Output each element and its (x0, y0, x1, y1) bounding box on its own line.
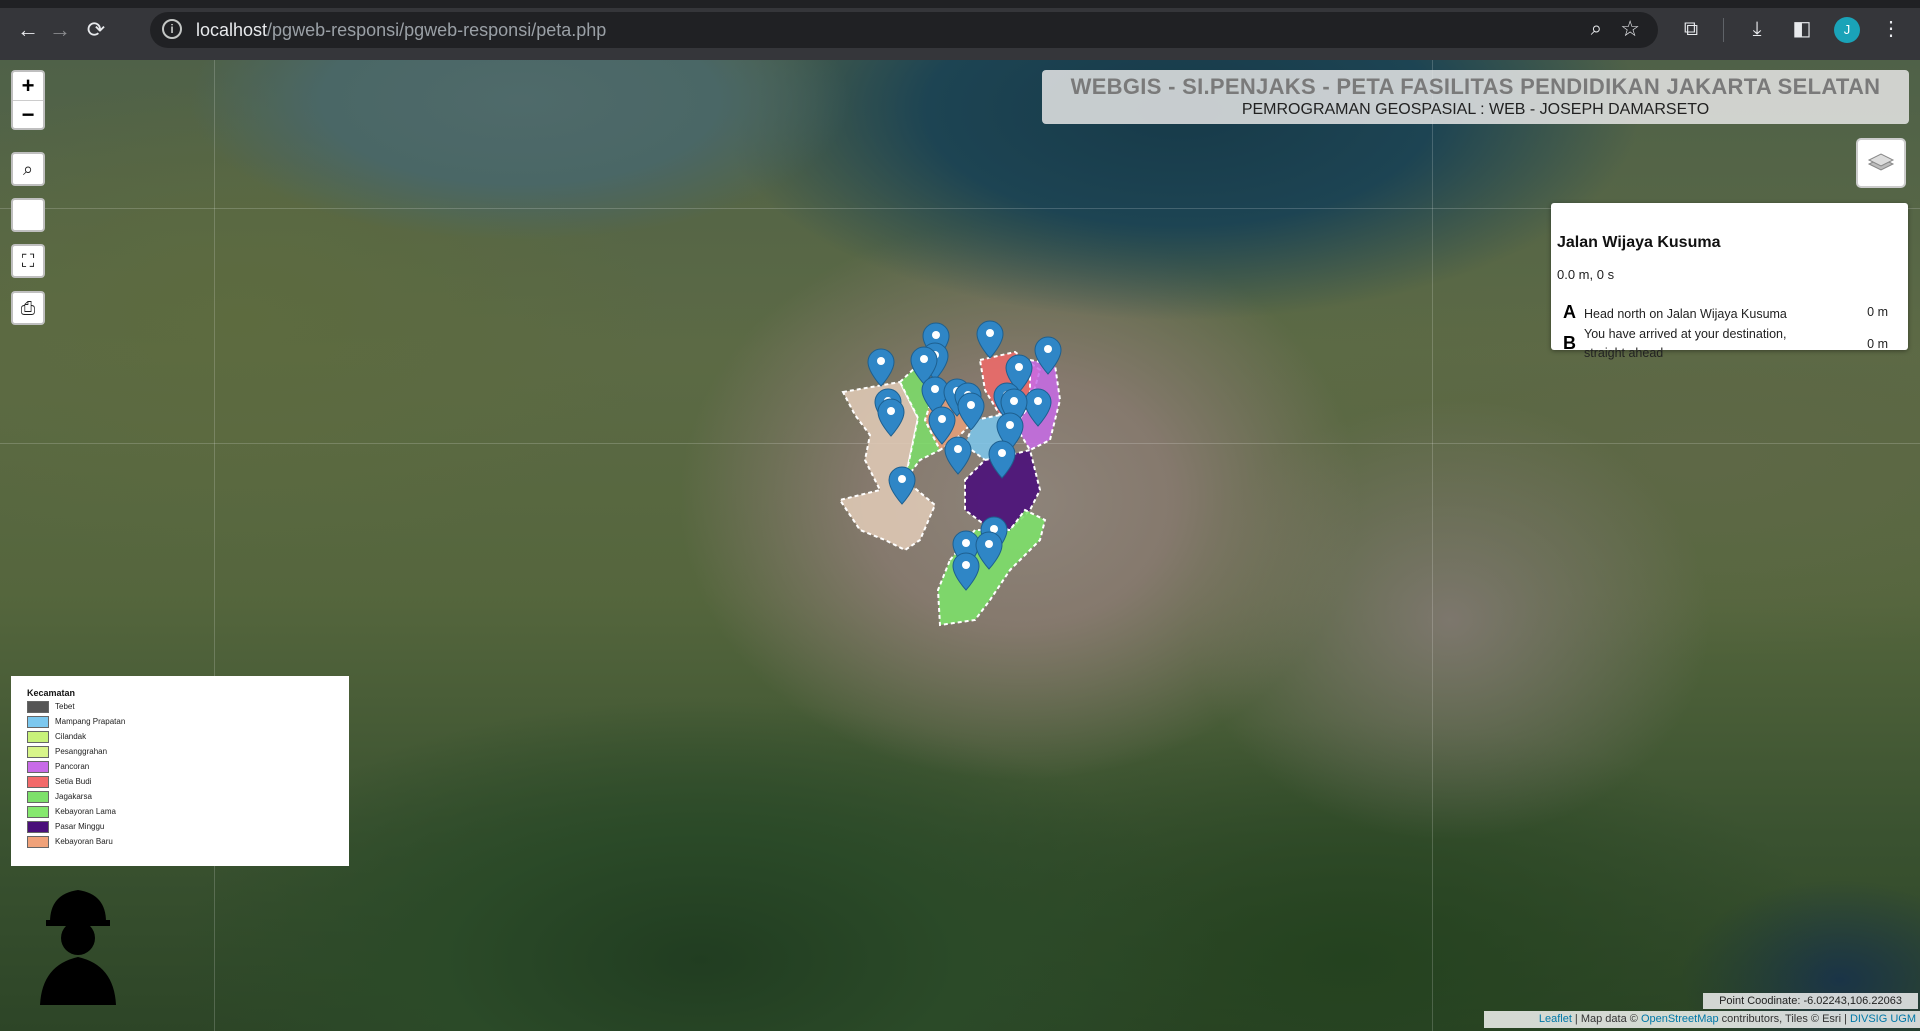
waypoint-letter: A (1563, 302, 1576, 322)
legend-item: Tebet (27, 701, 75, 713)
zoom-out-button[interactable]: − (13, 100, 43, 129)
printer-icon: ⎙ (20, 298, 36, 318)
layers-button[interactable] (1856, 138, 1906, 188)
map-subtitle: PEMROGRAMAN GEOSPASIAL : WEB - JOSEPH DA… (1241, 101, 1710, 118)
marker-pin[interactable] (944, 436, 972, 475)
marker-pin[interactable] (867, 348, 895, 387)
extensions-icon[interactable]: ⧉ (1676, 14, 1706, 44)
legend-item: Jagakarsa (27, 791, 92, 803)
search-icon: ⌕ (22, 159, 34, 179)
map-canvas[interactable]: + − ⌕ ⛶ ⎙ WEBGIS - SI.PENJAKS - PETA FAS… (0, 60, 1920, 1031)
zoom-in-button[interactable]: + (13, 72, 43, 100)
legend-item: Pancoran (27, 761, 89, 773)
legend-title: Kecamatan (27, 688, 76, 698)
toolbar-divider (1723, 18, 1724, 42)
reload-icon[interactable]: ⟳ (82, 16, 110, 44)
leaflet-link[interactable]: Leaflet (1539, 1013, 1572, 1025)
marker-pin[interactable] (976, 320, 1004, 359)
legend-item: Pasar Minggu (27, 821, 104, 833)
point-coordinate-readout: Point Coodinate: -6.02243,106.22063 (1703, 993, 1918, 1009)
legend-item: Kebayoran Baru (27, 836, 113, 848)
profile-avatar[interactable]: J (1834, 17, 1860, 43)
divsig-link[interactable]: DIVSIG UGM (1850, 1013, 1916, 1025)
download-icon[interactable]: ⤓ (1742, 14, 1772, 44)
zoom-icon[interactable]: ⌕ (1591, 18, 1602, 41)
map-attribution: Leaflet | Map data © OpenStreetMap contr… (1484, 1011, 1920, 1028)
address-bar[interactable]: i localhost/pgweb-responsi/pgweb-respons… (150, 12, 1658, 48)
osm-link[interactable]: OpenStreetMap (1641, 1013, 1719, 1025)
site-info-icon[interactable]: i (162, 19, 182, 39)
print-button[interactable]: ⎙ (11, 291, 45, 325)
route-step-text: You have arrived at your destination, st… (1584, 327, 1787, 360)
forward-icon[interactable]: → (46, 16, 74, 44)
browser-toolbar: ← → ⟳ i localhost/pgweb-responsi/pgweb-r… (0, 0, 1920, 60)
kecamatan-legend: Kecamatan Tebet Mampang Prapatan Cilanda… (11, 676, 349, 866)
search-button[interactable]: ⌕ (11, 152, 45, 186)
url-text[interactable]: localhost/pgweb-responsi/pgweb-responsi/… (196, 20, 606, 41)
route-step-distance: 0 m (1867, 337, 1888, 351)
legend-item: Pesanggrahan (27, 746, 107, 758)
side-panel-icon[interactable]: ◧ (1787, 14, 1817, 44)
menu-kebab-icon[interactable]: ⋮ (1876, 14, 1906, 44)
legend-item: Mampang Prapatan (27, 716, 125, 728)
legend-item: Setia Budi (27, 776, 91, 788)
fullscreen-icon: ⛶ (21, 251, 35, 271)
back-icon[interactable]: ← (14, 16, 42, 44)
routing-panel: Jalan Wijaya Kusuma 0.0 m, 0 s A Head no… (1551, 203, 1908, 360)
route-summary: 0.0 m, 0 s (1557, 267, 1615, 282)
tab-strip (0, 0, 1920, 8)
worker-avatar-icon (40, 890, 116, 1005)
legend-item: Kebayoran Lama (27, 806, 116, 818)
map-title-banner: WEBGIS - SI.PENJAKS - PETA FASILITAS PEN… (1042, 70, 1909, 124)
route-name: Jalan Wijaya Kusuma (1557, 234, 1721, 251)
route-step-distance: 0 m (1867, 305, 1888, 319)
waypoint-letter: B (1563, 333, 1576, 353)
route-step-text: Head north on Jalan Wijaya Kusuma (1584, 307, 1787, 321)
bookmark-star-icon[interactable]: ☆ (1620, 16, 1640, 42)
layers-icon (1867, 153, 1895, 171)
blank-control-button[interactable] (11, 198, 45, 232)
map-title: WEBGIS - SI.PENJAKS - PETA FASILITAS PEN… (1070, 74, 1881, 99)
fullscreen-button[interactable]: ⛶ (11, 244, 45, 278)
legend-item: Cilandak (27, 731, 86, 743)
zoom-control: + − (11, 70, 45, 130)
